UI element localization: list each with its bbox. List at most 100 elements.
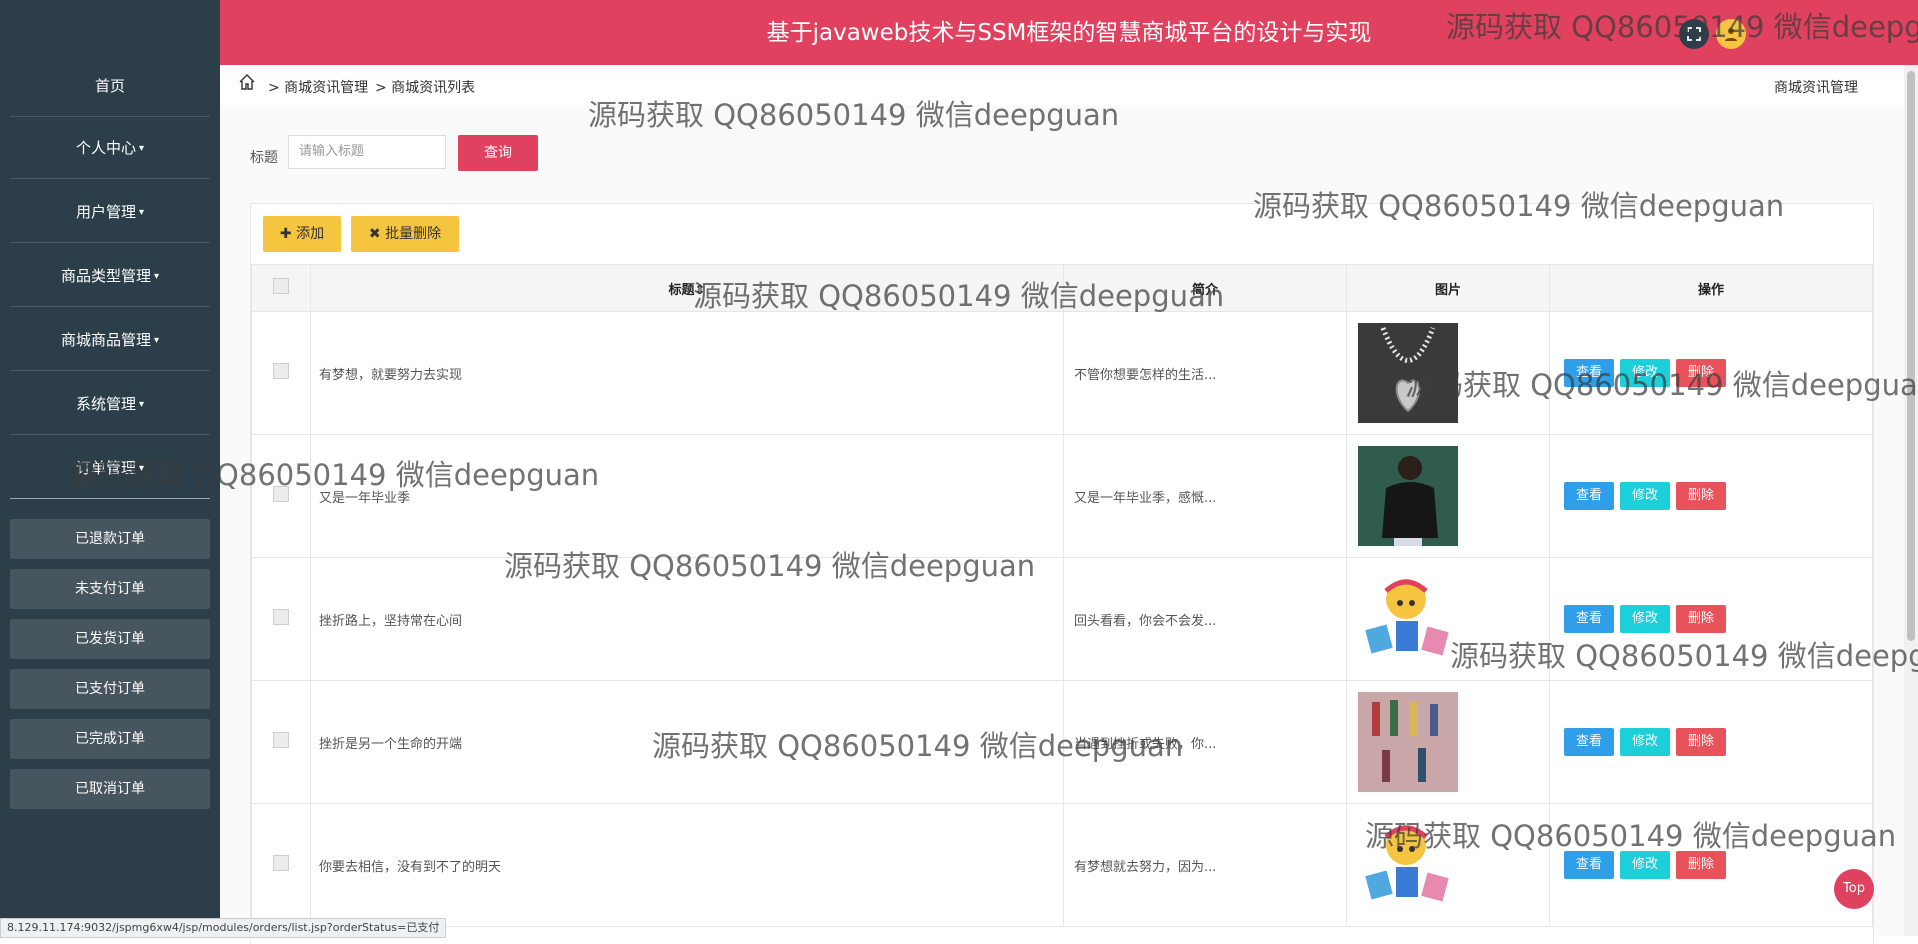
breadcrumb: > 商城资讯管理 > 商城资讯列表 商城资讯管理: [220, 65, 1918, 105]
vertical-scrollbar[interactable]: [1904, 65, 1918, 936]
row-intro: 有梦想就去努力，因为...: [1063, 803, 1347, 927]
scrollbar-thumb[interactable]: [1907, 71, 1915, 641]
fullscreen-icon[interactable]: [1679, 19, 1709, 49]
select-all-checkbox[interactable]: [273, 278, 289, 294]
select-all-cell: [251, 264, 311, 312]
table-row: 挫折路上，坚持常在心间 回头看看，你会不会发... 查看 修改 删除: [251, 557, 1873, 681]
sidebar-item-product-type-management[interactable]: 商品类型管理 ▾: [10, 245, 210, 307]
delete-button[interactable]: 删除: [1676, 851, 1726, 879]
fashion-collage-image[interactable]: [1358, 692, 1458, 792]
title-search-input[interactable]: 请输入标题: [288, 135, 446, 169]
close-icon: ✖: [368, 226, 381, 242]
row-title: 有梦想，就要努力去实现: [310, 311, 1064, 435]
necklace-image[interactable]: [1358, 323, 1458, 423]
row-actions: 查看 修改 删除: [1549, 803, 1873, 927]
table-row: 你要去相信，没有到不了的明天 有梦想就去努力，因为... 查看 修改 删除: [251, 803, 1873, 927]
page-title: 基于javaweb技术与SSM框架的智慧商城平台的设计与实现: [766, 20, 1372, 46]
back-to-top-button[interactable]: Top: [1834, 869, 1874, 909]
sub-item-cancelled-orders[interactable]: 已取消订单: [10, 769, 210, 809]
add-button[interactable]: ✚ 添加: [263, 216, 341, 252]
sub-item-shipped-orders[interactable]: 已发货订单: [10, 619, 210, 659]
column-header-actions: 操作: [1549, 264, 1873, 312]
caret-down-icon: ▾: [138, 143, 145, 154]
sub-item-refunded-orders[interactable]: 已退款订单: [10, 519, 210, 559]
row-checkbox[interactable]: [273, 486, 289, 502]
edit-button[interactable]: 修改: [1620, 728, 1670, 756]
table-row: 有梦想，就要努力去实现 不管你想要怎样的生活... 查看 修改 删除: [251, 311, 1873, 435]
breadcrumb-current: 商城资讯管理: [1774, 80, 1858, 96]
row-title: 挫折路上，坚持常在心间: [310, 557, 1064, 681]
view-button[interactable]: 查看: [1564, 851, 1614, 879]
sidebar-item-home[interactable]: 首页: [10, 55, 210, 117]
sidebar-item-personal-center[interactable]: 个人中心 ▾: [10, 117, 210, 179]
home-icon[interactable]: [238, 73, 256, 95]
caret-down-icon: ▾: [138, 399, 145, 410]
view-button[interactable]: 查看: [1564, 482, 1614, 510]
sub-item-unpaid-orders[interactable]: 未支付订单: [10, 569, 210, 609]
caret-down-icon: ▾: [138, 463, 145, 474]
delete-button[interactable]: 删除: [1676, 605, 1726, 633]
table-row: 挫折是另一个生命的开端 当遇到挫折或失败，你... 查看 修改 删除: [251, 680, 1873, 804]
sub-item-completed-orders[interactable]: 已完成订单: [10, 719, 210, 759]
row-checkbox[interactable]: [273, 363, 289, 379]
caret-down-icon: ▾: [153, 335, 160, 346]
sidebar-item-order-management[interactable]: 订单管理 ▾: [10, 437, 210, 499]
row-checkbox[interactable]: [273, 609, 289, 625]
column-header-intro: 简介: [1063, 264, 1347, 312]
plus-icon: ✚: [279, 226, 292, 242]
row-checkbox[interactable]: [273, 855, 289, 871]
view-button[interactable]: 查看: [1564, 728, 1614, 756]
row-intro: 不管你想要怎样的生活...: [1063, 311, 1347, 435]
row-title: 挫折是另一个生命的开端: [310, 680, 1064, 804]
edit-button[interactable]: 修改: [1620, 359, 1670, 387]
top-header: 基于javaweb技术与SSM框架的智慧商城平台的设计与实现: [220, 0, 1918, 65]
breadcrumb-item-mall-news-management[interactable]: > 商城资讯管理: [268, 77, 368, 97]
caret-down-icon: ▾: [153, 271, 160, 282]
list-panel: ✚ 添加 ✖ 批量删除 标题⇕ 简介 图片 操作 有梦想，就要努力去实现 不管你…: [250, 203, 1874, 944]
row-intro: 又是一年毕业季，感慨...: [1063, 434, 1347, 558]
delete-button[interactable]: 删除: [1676, 482, 1726, 510]
column-header-title[interactable]: 标题⇕: [310, 264, 1064, 312]
news-table: 标题⇕ 简介 图片 操作 有梦想，就要努力去实现 不管你想要怎样的生活... 查…: [251, 264, 1873, 927]
row-title: 你要去相信，没有到不了的明天: [310, 803, 1064, 927]
cartoon-shopper-image[interactable]: [1358, 569, 1458, 669]
cartoon-shopper-image[interactable]: [1358, 815, 1458, 915]
main-content: 标题 请输入标题 查询 ✚ 添加 ✖ 批量删除 标题⇕ 简介 图片 操作 有梦想…: [220, 105, 1918, 944]
sort-icon[interactable]: ⇕: [695, 283, 706, 298]
row-actions: 查看 修改 删除: [1549, 557, 1873, 681]
delete-button[interactable]: 删除: [1676, 728, 1726, 756]
row-image-cell: [1346, 311, 1550, 435]
column-header-image: 图片: [1346, 264, 1550, 312]
row-intro: 回头看看，你会不会发...: [1063, 557, 1347, 681]
status-bar-url: 8.129.11.174:9032/jspmg6xw4/jsp/modules/…: [0, 918, 447, 938]
caret-down-icon: ▾: [138, 207, 145, 218]
edit-button[interactable]: 修改: [1620, 851, 1670, 879]
delete-button[interactable]: 删除: [1676, 359, 1726, 387]
user-avatar-icon[interactable]: [1716, 19, 1746, 49]
search-label: 标题: [250, 150, 278, 166]
table-row: 又是一年毕业季 又是一年毕业季，感慨... 查看 修改 删除: [251, 434, 1873, 558]
row-image-cell: [1346, 434, 1550, 558]
view-button[interactable]: 查看: [1564, 605, 1614, 633]
view-button[interactable]: 查看: [1564, 359, 1614, 387]
sidebar-item-system-management[interactable]: 系统管理 ▾: [10, 373, 210, 435]
row-image-cell: [1346, 557, 1550, 681]
row-checkbox[interactable]: [273, 732, 289, 748]
breadcrumb-item-mall-news-list[interactable]: > 商城资讯列表: [375, 77, 475, 97]
sidebar-item-user-management[interactable]: 用户管理 ▾: [10, 181, 210, 243]
row-intro: 当遇到挫折或失败，你...: [1063, 680, 1347, 804]
row-title: 又是一年毕业季: [310, 434, 1064, 558]
row-actions: 查看 修改 删除: [1549, 311, 1873, 435]
row-image-cell: [1346, 803, 1550, 927]
row-actions: 查看 修改 删除: [1549, 434, 1873, 558]
sidebar-item-mall-product-management[interactable]: 商城商品管理 ▾: [10, 309, 210, 371]
sidebar: 首页 个人中心 ▾ 用户管理 ▾ 商品类型管理 ▾ 商城商品管理 ▾ 系统管理 ▾ 订单管…: [0, 0, 220, 936]
query-button[interactable]: 查询: [458, 135, 538, 171]
row-actions: 查看 修改 删除: [1549, 680, 1873, 804]
girl-jacket-image[interactable]: [1358, 446, 1458, 546]
edit-button[interactable]: 修改: [1620, 482, 1670, 510]
batch-delete-button[interactable]: ✖ 批量删除: [351, 216, 459, 252]
sub-item-paid-orders[interactable]: 已支付订单: [10, 669, 210, 709]
row-image-cell: [1346, 680, 1550, 804]
edit-button[interactable]: 修改: [1620, 605, 1670, 633]
